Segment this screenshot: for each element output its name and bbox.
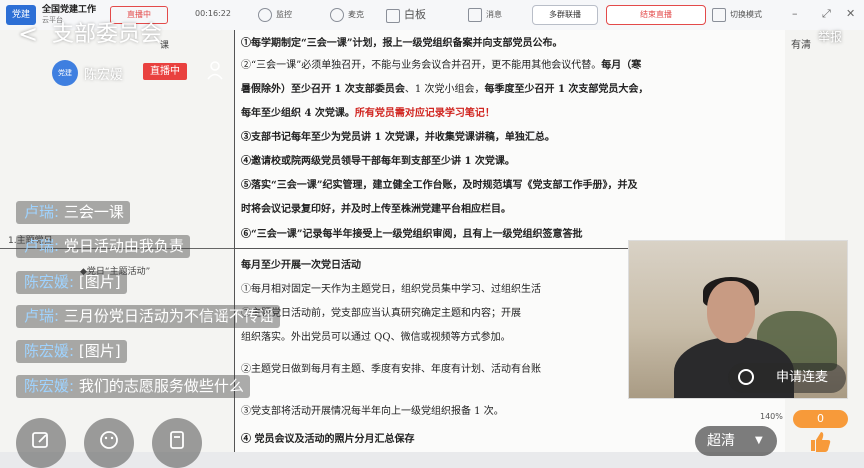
document-line: 时将会议记录复印好，并及时上传至株洲党建平台相应栏目。 <box>241 200 511 215</box>
document-text: 每季度至少召开 1 次支部党员大会， <box>484 84 649 95</box>
document-text: 每年至少组织 4 次党课。 <box>241 108 355 119</box>
document-line: ①每月相对固定一天作为主题党日，组织党员集中学习、过组织生活 <box>241 280 541 295</box>
document-text: ①每月相对固定一天作为主题党日，组织党员集中学习、过组织生活 <box>241 284 541 295</box>
minimize-icon[interactable]: – <box>792 8 798 20</box>
document-button[interactable] <box>152 418 202 468</box>
camera-icon <box>258 7 272 22</box>
close-icon[interactable]: ✕ <box>846 8 855 20</box>
chat-sender: 卢瑞 <box>24 307 55 325</box>
host-name: 陈宏媛 <box>84 68 124 83</box>
edit-icon <box>32 432 48 448</box>
switch-mode-icon <box>712 7 726 22</box>
avatar[interactable]: 党建 <box>52 60 78 86</box>
whiteboard-tool[interactable]: 白板 <box>386 5 426 25</box>
whiteboard-icon <box>386 8 400 23</box>
document-line: ⑥“三会一课”记录每半年接受上一级党组织审阅，且有上一级党组织签意答批 <box>241 225 583 240</box>
document-text: ⑥“三会一课”记录每半年接受上一级党组织审阅，且有上一级党组织签意答批 <box>241 229 583 240</box>
microphone-icon <box>330 7 344 22</box>
zoom-level: 140% <box>760 412 783 421</box>
emoji-button[interactable] <box>84 418 134 468</box>
live-room-title: 支部委员会 <box>52 22 163 47</box>
document-text: 、1 次党小组会， <box>404 84 485 95</box>
document-text: ④邀请校或院两级党员领导干部每年到支部至少讲 1 次党课。 <box>241 156 515 167</box>
document-text: ①每学期制定“三会一课”计划，报上一级党组织备案并向支部党员公布。 <box>241 38 563 49</box>
document-line: ②主题党日活动前，党支部应当认真研究确定主题和内容；开展 <box>241 304 521 319</box>
chat-separator: : <box>69 273 79 291</box>
chat-text: 党日活动由我负责 <box>63 237 184 255</box>
document-line: 暑假除外）至少召开 1 次支部委员会、1 次党小组会，每季度至少召开 1 次支部… <box>241 80 648 95</box>
document-line: ③支部书记每年至少为党员讲 1 次党课，并收集党课讲稿，单独汇总。 <box>241 128 555 143</box>
switch-mode-tool[interactable]: 切换模式 <box>712 5 762 25</box>
document-right-label: 有清 <box>791 40 811 51</box>
document-line: ③党支部将活动开展情况每半年向上一级党组织报备 1 次。 <box>241 402 504 417</box>
document-text: 所有党员需对应记录学习笔记！ <box>354 108 495 119</box>
document-line: ②“三会一课”必须单独召开，不能与业务会议合并召开，更不能用其他会议代替。每月（… <box>241 56 641 71</box>
apply-mic-button[interactable]: 申请连麦 <box>728 363 846 393</box>
document-text: 每月至少开展一次党日活动 <box>241 260 361 271</box>
document-text: ④ 党员会议及活动的照片分月汇总保存 <box>241 434 415 445</box>
chat-text: 我们的志愿服务做些什么 <box>78 377 244 395</box>
document-text: 暑假除外）至少召开 1 次支部委员会 <box>241 84 405 95</box>
chat-text: [图片] <box>78 342 121 360</box>
multi-group-broadcast-button[interactable]: 多群联播 <box>532 5 598 25</box>
document-icon <box>170 431 184 449</box>
video-person-face <box>707 281 755 343</box>
document-line: ④ 党员会议及活动的照片分月汇总保存 <box>241 430 414 445</box>
maximize-icon[interactable]: ⤢ <box>822 8 831 20</box>
document-text: ②“三会一课”必须单独召开，不能与业务会议合并召开，更不能用其他会议代替。 <box>241 60 602 71</box>
user-icon[interactable] <box>207 60 223 80</box>
like-count: 0 <box>793 410 848 428</box>
document-text: ③支部书记每年至少为党员讲 1 次党课，并收集党课讲稿，单独汇总。 <box>241 132 555 143</box>
document-line: ①每学期制定“三会一课”计划，报上一级党组织备案并向支部党员公布。 <box>241 34 563 49</box>
chat-text: 三月份党日活动为不信谣不传谣 <box>63 307 274 325</box>
document-line: 每月至少开展一次党日活动 <box>241 256 361 271</box>
chat-sender: 卢瑞 <box>24 203 55 221</box>
chat-message: 卢瑞: 党日活动由我负责 <box>16 235 190 258</box>
app-title: 全国党建工作 <box>42 5 97 15</box>
chat-separator: : <box>69 377 79 395</box>
document-text: ②主题党日活动前，党支部应当认真研究确定主题和内容；开展 <box>241 308 521 319</box>
document-text: ③党支部将活动开展情况每半年向上一级党组织报备 1 次。 <box>241 406 504 417</box>
chat-separator: : <box>54 307 64 325</box>
camera-tool[interactable]: 监控 <box>258 5 292 25</box>
chat-message: 陈宏媛: [图片] <box>16 271 127 294</box>
document-line: ②主题党日做到每月有主题、季度有安排、年度有计划、活动有台账 <box>241 360 541 375</box>
document-line: ⑤落实“三会一课”纪实管理，建立健全工作台账，及时规范填写《党支部工作手册》，并… <box>241 176 638 191</box>
message-icon <box>468 7 482 22</box>
edit-button[interactable] <box>16 418 66 468</box>
chat-sender: 陈宏媛 <box>24 377 70 395</box>
document-text: 组织落实。外出党员可以通过 QQ、微信或视频等方式参加。 <box>241 332 511 343</box>
document-text: ⑤落实“三会一课”纪实管理，建立健全工作台账，及时规范填写《党支部工作手册》，并… <box>241 180 638 191</box>
chat-sender: 陈宏媛 <box>24 273 70 291</box>
chat-message: 陈宏媛: [图片] <box>16 340 127 363</box>
apply-mic-label: 申请连麦 <box>776 370 829 385</box>
message-tool[interactable]: 消息 <box>468 5 502 25</box>
chat-sender: 陈宏媛 <box>24 342 70 360</box>
chat-text: 三会一课 <box>63 203 124 221</box>
microphone-tool[interactable]: 麦克 <box>330 5 364 25</box>
chat-sender: 卢瑞 <box>24 237 55 255</box>
chat-message: 卢瑞: 三月份党日活动为不信谣不传谣 <box>16 305 280 328</box>
live-timer: 00:16:22 <box>195 9 231 18</box>
document-line: 组织落实。外出党员可以通过 QQ、微信或视频等方式参加。 <box>241 328 511 343</box>
document-text: 每月（寒 <box>601 60 642 71</box>
end-live-button[interactable]: 结束直播 <box>606 5 706 25</box>
chat-separator: : <box>69 342 79 360</box>
chat-separator: : <box>54 203 64 221</box>
live-badge: 直播中 <box>143 63 187 80</box>
like-icon[interactable] <box>808 430 832 452</box>
chat-message: 卢瑞: 三会一课 <box>16 201 130 224</box>
back-icon[interactable]: < <box>18 20 38 48</box>
document-line: ④邀请校或院两级党员领导干部每年到支部至少讲 1 次党课。 <box>241 152 515 167</box>
chat-separator: : <box>54 237 64 255</box>
link-icon <box>738 369 754 385</box>
chat-message: 陈宏媛: 我们的志愿服务做些什么 <box>16 375 250 398</box>
chat-text: [图片] <box>78 273 121 291</box>
report-button[interactable]: 举报 <box>818 28 842 45</box>
document-text: 时将会议记录复印好，并及时上传至株洲党建平台相应栏目。 <box>241 204 511 215</box>
emoji-icon <box>100 431 118 449</box>
document-line: 每年至少组织 4 次党课。所有党员需对应记录学习笔记！ <box>241 104 495 119</box>
document-text: ②主题党日做到每月有主题、季度有安排、年度有计划、活动有台账 <box>241 364 541 375</box>
